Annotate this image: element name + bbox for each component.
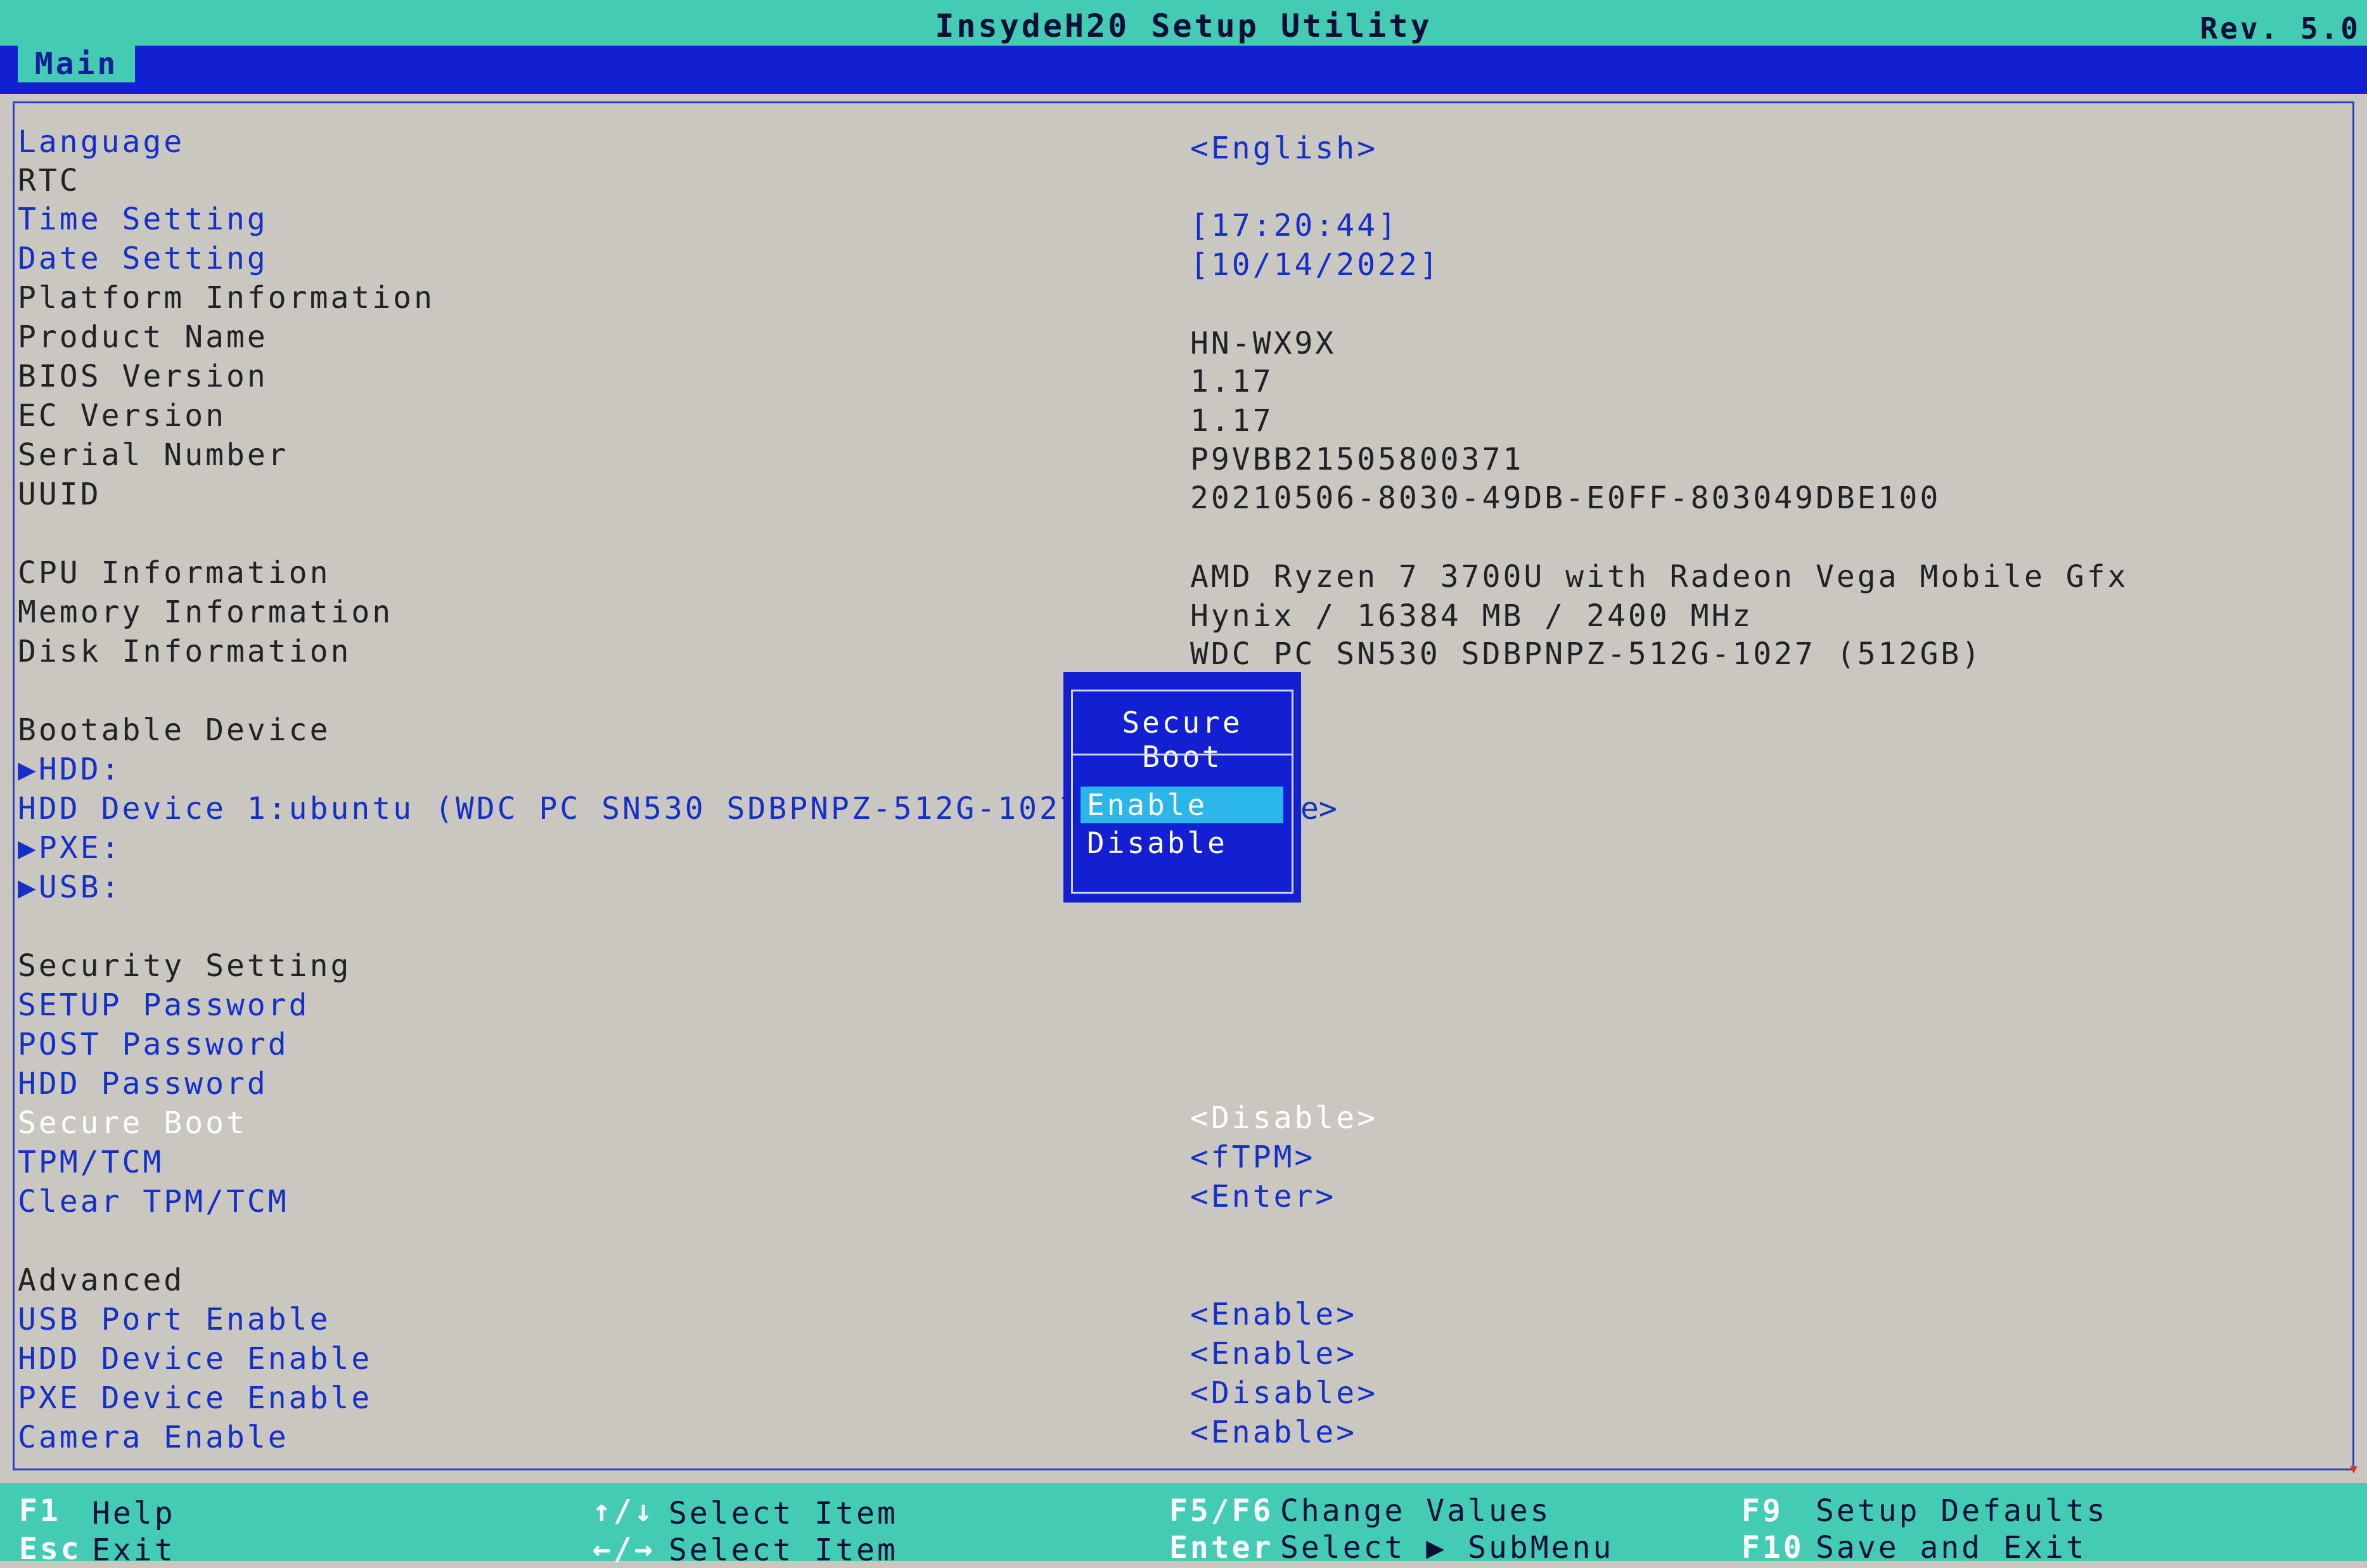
item-camera-enable-label[interactable]: Camera Enable [18,1420,289,1455]
item-hdd-device-enable-value[interactable]: <Enable> [1190,1336,1357,1372]
title-bar: InsydeH20 Setup Utility Rev. 5.0 [0,0,2367,49]
item-disk-information-value: WDC PC SN530 SDBPNPZ-512G-1027 (512GB) [1190,636,1983,672]
item-tpm-tcm-label[interactable]: TPM/TCM [18,1145,164,1180]
footer-desc-select-submenu: Select ▶ SubMenu [1280,1530,1614,1565]
item-ec-version-value: 1.17 [1190,403,1274,439]
item-tpm-tcm-value[interactable]: <fTPM> [1190,1140,1315,1175]
revision-label: Rev. 5.0 [2200,11,2361,46]
item-clear-tpm-tcm-value[interactable]: <Enter> [1190,1179,1336,1214]
app-title: InsydeH20 Setup Utility [935,8,1432,44]
item-hdd-device-enable-label[interactable]: HDD Device Enable [18,1341,372,1377]
footer-desc-setup-defaults: Setup Defaults [1816,1493,2108,1529]
item-memory-information-label: Memory Information [18,594,394,630]
item-date-setting-label[interactable]: Date Setting [18,241,268,276]
footer-desc-save-and-exit: Save and Exit [1816,1530,2087,1565]
item-hdd-submenu[interactable]: ▶HDD: [18,752,122,787]
item-pxe-device-enable-label[interactable]: PXE Device Enable [18,1380,372,1416]
popup-title: Secure Boot [1122,705,1243,774]
section-rtc: RTC [18,163,80,198]
footer-key-left-right: ←/→ [593,1531,655,1567]
footer-key-f10: F10 [1742,1530,1804,1565]
item-bios-version-value: 1.17 [1190,364,1274,399]
footer-desc-exit: Exit [92,1533,176,1568]
item-memory-information-value: Hynix / 16384 MB / 2400 MHz [1190,598,1754,634]
item-usb-port-enable-label[interactable]: USB Port Enable [18,1302,330,1337]
item-ec-version-label: EC Version [18,398,226,434]
item-time-setting-value[interactable]: [17:20:44] [1190,208,1399,243]
footer-key-f9: F9 [1742,1493,1783,1529]
item-uuid-label: UUID [18,477,101,512]
item-language-label[interactable]: Language [18,124,184,160]
scroll-indicator-icon: ▾ [2348,1458,2360,1480]
footer-key-enter: Enter [1169,1530,1274,1565]
item-bios-version-label: BIOS Version [18,359,268,394]
footer-key-f5-f6: F5/F6 [1169,1493,1274,1529]
item-usb-port-enable-value[interactable]: <Enable> [1190,1297,1357,1332]
item-hdd-password[interactable]: HDD Password [18,1066,268,1102]
item-pxe-submenu[interactable]: ▶PXE: [18,830,122,866]
item-clear-tpm-tcm-label[interactable]: Clear TPM/TCM [18,1184,289,1219]
item-post-password[interactable]: POST Password [18,1027,289,1062]
section-bootable-device: Bootable Device [18,712,331,748]
item-camera-enable-value[interactable]: <Enable> [1190,1415,1357,1450]
footer-desc-select-item-horizontal: Select Item [669,1533,898,1568]
popup-option-disable[interactable]: Disable [1081,825,1283,861]
item-serial-number-value: P9VBB21505800371 [1190,442,1524,477]
item-secure-boot-value[interactable]: <Disable> [1190,1100,1378,1136]
footer-desc-select-item-vertical: Select Item [669,1496,898,1531]
item-hdd-device-1[interactable]: HDD Device 1:ubuntu (WDC PC SN530 SDBPNP… [18,791,1102,826]
item-disk-information-label: Disk Information [18,634,352,669]
footer-key-f1: F1 [19,1493,61,1529]
section-security-setting: Security Setting [18,948,352,984]
item-product-name-value: HN-WX9X [1190,326,1337,361]
item-cpu-information-value: AMD Ryzen 7 3700U with Radeon Vega Mobil… [1190,559,2129,594]
item-uuid-value: 20210506-8030-49DB-E0FF-803049DBE100 [1190,480,1941,516]
tab-main[interactable]: Main [18,46,135,82]
footer-desc-change-values: Change Values [1280,1493,1551,1529]
footer-key-esc: Esc [19,1531,82,1567]
item-serial-number-label: Serial Number [18,437,289,473]
item-date-setting-value[interactable]: [10/14/2022] [1190,247,1440,283]
section-advanced: Advanced [18,1263,185,1298]
secure-boot-popup: Secure Boot Enable Disable [1063,672,1301,903]
popup-frame: Secure Boot Enable Disable [1071,690,1293,894]
footer-key-up-down: ↑/↓ [593,1493,655,1529]
popup-divider [1073,754,1292,755]
footer-help-bar: F1 Help ↑/↓ Select Item F5/F6 Change Val… [0,1483,2367,1568]
item-setup-password[interactable]: SETUP Password [18,987,310,1023]
section-platform-information: Platform Information [18,280,435,316]
item-cpu-information-label: CPU Information [18,555,331,591]
popup-option-enable[interactable]: Enable [1081,787,1283,823]
item-usb-submenu[interactable]: ▶USB: [18,870,122,905]
tab-bar: Main [0,46,2367,94]
item-language-value[interactable]: <English> [1190,131,1378,166]
item-pxe-device-enable-value[interactable]: <Disable> [1190,1375,1378,1411]
item-secure-boot-label[interactable]: Secure Boot [18,1105,247,1141]
popup-peek-text: e> [1300,791,1337,826]
item-product-name-label: Product Name [18,319,268,355]
item-time-setting-label[interactable]: Time Setting [18,202,268,237]
footer-desc-help: Help [92,1496,176,1531]
